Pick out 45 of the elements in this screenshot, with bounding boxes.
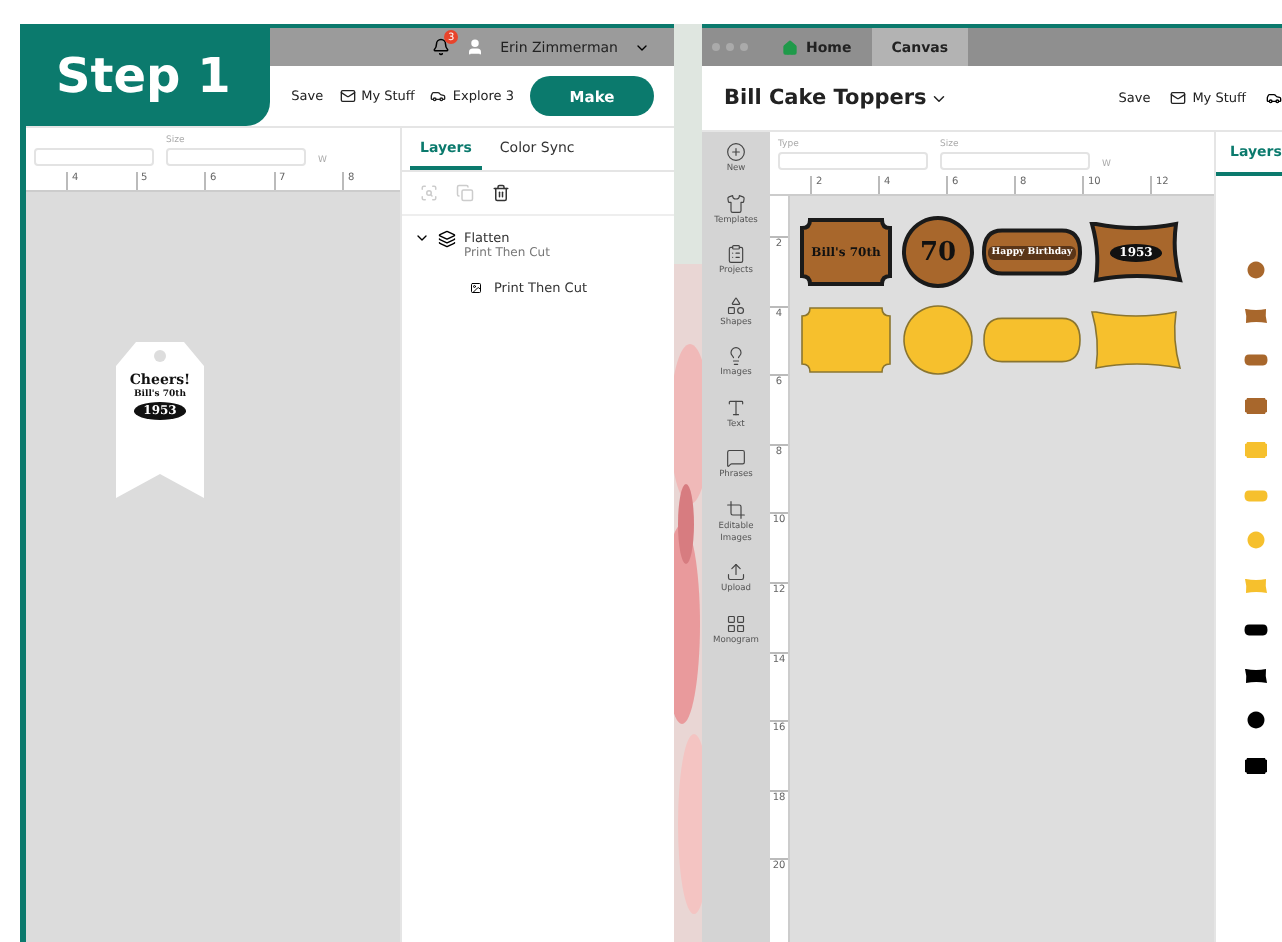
- mail-icon: [1170, 90, 1187, 106]
- wood-plaque[interactable]: [1088, 216, 1184, 288]
- text-icon: [726, 397, 746, 418]
- chevron-down-icon[interactable]: [414, 230, 430, 246]
- speech-bubble-icon: [726, 448, 746, 469]
- car-icon: [430, 88, 447, 104]
- layer-thumbnail[interactable]: [1244, 350, 1268, 370]
- car-icon[interactable]: [1266, 90, 1282, 106]
- trash-icon[interactable]: [492, 184, 510, 202]
- layer-thumbnail[interactable]: [1244, 260, 1268, 280]
- layer-thumbnail[interactable]: [1244, 755, 1268, 775]
- dropdown-field[interactable]: [34, 148, 154, 166]
- project-title[interactable]: Bill Cake Toppers: [724, 86, 949, 110]
- wood-plaque[interactable]: [798, 216, 894, 288]
- lightbulb-icon: [726, 346, 746, 367]
- layer-thumbnail[interactable]: [1244, 575, 1268, 595]
- layer-thumbnail[interactable]: [1244, 530, 1268, 550]
- layer-thumbnail[interactable]: [1244, 440, 1268, 460]
- shirt-icon: [726, 193, 746, 214]
- user-icon: [466, 38, 485, 56]
- plus-icon: [726, 142, 746, 162]
- upload-icon: [726, 562, 746, 583]
- crop-icon: [726, 500, 746, 521]
- cut-shape[interactable]: [900, 304, 976, 376]
- layer-thumbnail[interactable]: [1244, 710, 1268, 730]
- size-field[interactable]: [940, 152, 1090, 170]
- layer-thumbnail[interactable]: [1244, 620, 1268, 640]
- mail-icon: [339, 88, 356, 104]
- home-icon: [782, 39, 798, 55]
- cut-shape[interactable]: [798, 304, 894, 376]
- layer-thumbnail[interactable]: [1244, 665, 1268, 685]
- type-field[interactable]: [778, 152, 928, 170]
- step-badge: Step 1: [20, 24, 270, 126]
- shapes-icon: [726, 295, 746, 316]
- layer-thumbnail[interactable]: [1244, 485, 1268, 505]
- layers-icon: [438, 230, 456, 248]
- layer-thumbnail[interactable]: [1244, 395, 1268, 415]
- bell-icon[interactable]: [432, 38, 451, 56]
- wood-plaque[interactable]: [900, 216, 976, 288]
- size-field[interactable]: [166, 148, 306, 166]
- clipboard-icon: [726, 244, 746, 265]
- image-icon: [470, 282, 482, 294]
- grid-icon: [726, 613, 746, 634]
- layer-thumbnail[interactable]: [1244, 305, 1268, 325]
- plaque-text: 70: [917, 235, 959, 269]
